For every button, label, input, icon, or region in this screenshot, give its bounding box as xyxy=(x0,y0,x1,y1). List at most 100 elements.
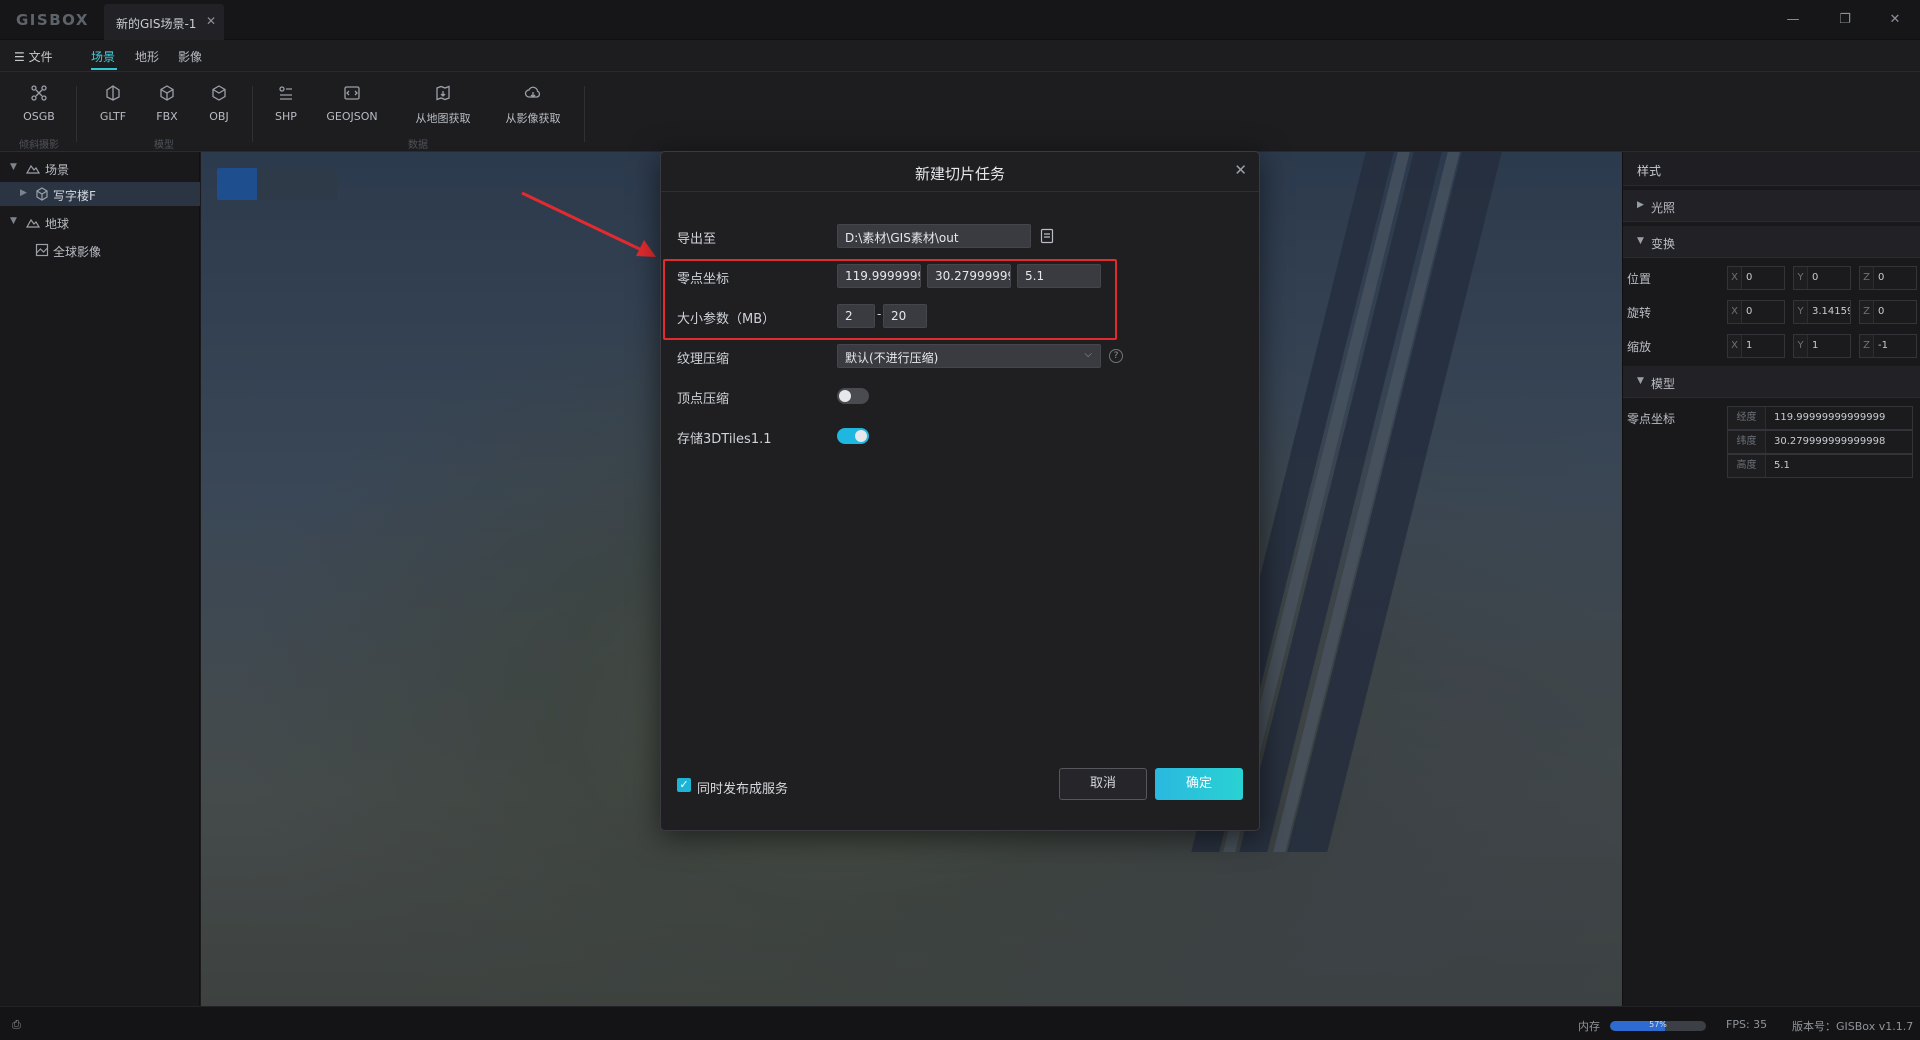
tab-style[interactable]: 样式 xyxy=(1637,162,1661,179)
toolbar-ribbon: OSGB 倾斜摄影 GLTF FBX OBJ 模型 SHP GEOJSON 从地… xyxy=(0,72,1920,152)
fbx-icon xyxy=(160,85,174,101)
publish-service-checkbox[interactable]: ✓ xyxy=(677,778,691,792)
origin-longitude-input[interactable]: 119.99999999 xyxy=(837,264,921,288)
latitude-value: 30.279999999999998 xyxy=(1774,436,1886,447)
rotation-label: 旋转 xyxy=(1627,306,1652,320)
gltf-label: GLTF xyxy=(99,110,127,123)
chevron-down-icon: ▼ xyxy=(1637,236,1644,246)
fps-readout: FPS: 35 xyxy=(1726,1018,1768,1031)
chevron-right-icon[interactable]: ▶ xyxy=(20,188,27,198)
section-light[interactable]: ▶ 光照 xyxy=(1623,190,1920,222)
confirm-button[interactable]: 确定 xyxy=(1155,768,1243,800)
help-icon[interactable]: ? xyxy=(1109,349,1123,363)
size-range-separator: - xyxy=(877,307,882,321)
position-y-field[interactable]: Y0 xyxy=(1793,266,1851,290)
close-tab-icon[interactable]: ✕ xyxy=(206,14,216,28)
axis-label: Y xyxy=(1794,335,1808,357)
longitude-value: 119.99999999999999 xyxy=(1774,412,1886,423)
origin-altitude-input[interactable]: 5.1 xyxy=(1017,264,1101,288)
memory-bar: 57% xyxy=(1610,1021,1706,1031)
size-max-input[interactable]: 20 xyxy=(883,304,927,328)
dialog-header: 新建切片任务 ✕ xyxy=(661,152,1259,192)
status-bar: ⎙ 内存 57% FPS: 35 版本号：GISBox v1.1.7 xyxy=(0,1006,1920,1040)
tree-node-globe[interactable]: ▼ 地球 xyxy=(0,210,200,234)
properties-panel: 样式 ▶ 光照 ▼ 变换 位置 X0 Y0 Z0 旋转 X0 Y 3.14159 … xyxy=(1622,152,1920,1006)
latitude-field[interactable]: 纬度 30.279999999999998 xyxy=(1727,430,1913,454)
origin-latitude-input[interactable]: 30.27999999 xyxy=(927,264,1011,288)
properties-tabbar: 样式 xyxy=(1623,152,1920,186)
fbx-button[interactable]: FBX xyxy=(152,84,182,130)
from-imagery-button[interactable]: 从影像获取 xyxy=(500,84,566,130)
document-tab[interactable]: 新的GIS场景-1 ✕ xyxy=(104,4,224,40)
cancel-button[interactable]: 取消 xyxy=(1059,768,1147,800)
chevron-down-icon: ⌵ xyxy=(1084,349,1092,360)
altitude-label: 高度 xyxy=(1728,455,1766,477)
osgb-label: OSGB xyxy=(23,110,55,123)
new-tiling-task-dialog: 新建切片任务 ✕ 导出至 D:\素材\GIS素材\out 零点坐标 119.99… xyxy=(660,151,1260,831)
file-menu-label: 文件 xyxy=(28,50,53,64)
tab-scene[interactable]: 场景 xyxy=(91,48,115,65)
rotation-x-field[interactable]: X0 xyxy=(1727,300,1785,324)
menu-bar: ☰ 文件 场景 地形 影像 xyxy=(0,40,1920,72)
section-transform[interactable]: ▼ 变换 xyxy=(1623,226,1920,258)
folder-browse-icon[interactable] xyxy=(1040,228,1054,244)
log-icon[interactable]: ⎙ xyxy=(12,1018,21,1032)
model-icon xyxy=(36,187,48,201)
field-value: 1 xyxy=(1746,340,1753,351)
field-value: -1 xyxy=(1878,340,1888,351)
obj-label: OBJ xyxy=(209,110,229,123)
osgb-button[interactable]: OSGB xyxy=(20,84,58,130)
section-model[interactable]: ▼ 模型 xyxy=(1623,366,1920,398)
field-value: 0 xyxy=(1812,272,1819,283)
scene-icon xyxy=(26,164,40,174)
tab-imagery[interactable]: 影像 xyxy=(178,48,202,65)
tree-node-global-imagery[interactable]: 全球影像 xyxy=(0,238,200,262)
position-x-field[interactable]: X0 xyxy=(1727,266,1785,290)
scale-y-field[interactable]: Y1 xyxy=(1793,334,1851,358)
restore-icon[interactable]: ❐ xyxy=(1830,8,1860,32)
gltf-button[interactable]: GLTF xyxy=(96,84,130,130)
close-icon[interactable]: ✕ xyxy=(1234,161,1247,179)
obj-button[interactable]: OBJ xyxy=(204,84,234,130)
rotation-z-field[interactable]: Z0 xyxy=(1859,300,1917,324)
from-map-button[interactable]: 从地图获取 xyxy=(410,84,476,130)
scale-x-field[interactable]: X1 xyxy=(1727,334,1785,358)
tree-node-scene[interactable]: ▼ 场景 xyxy=(0,156,200,180)
dialog-title: 新建切片任务 xyxy=(914,165,1005,183)
geojson-button[interactable]: GEOJSON xyxy=(324,84,380,130)
chevron-down-icon[interactable]: ▼ xyxy=(10,162,17,172)
export-label: 导出至 xyxy=(677,232,717,247)
axis-label: X xyxy=(1728,267,1742,289)
close-window-icon[interactable]: ✕ xyxy=(1880,8,1910,32)
imagery-icon xyxy=(35,243,49,257)
obj-icon xyxy=(212,85,226,101)
size-min-input[interactable]: 2 xyxy=(837,304,875,328)
store-3dtiles-toggle[interactable] xyxy=(837,428,869,444)
scale-z-field[interactable]: Z -1 xyxy=(1859,334,1917,358)
altitude-field[interactable]: 高度 5.1 xyxy=(1727,454,1913,478)
vertex-compression-toggle[interactable] xyxy=(837,388,869,404)
scene-icon xyxy=(26,218,40,228)
ribbon-separator xyxy=(76,86,77,142)
texture-compression-value: 默认(不进行压缩) xyxy=(845,351,939,365)
longitude-field[interactable]: 经度 119.99999999999999 xyxy=(1727,406,1913,430)
store-3dtiles-label: 存储3DTiles1.1 xyxy=(677,432,772,447)
ribbon-separator xyxy=(584,86,585,142)
from-map-label: 从地图获取 xyxy=(415,112,471,125)
field-value: 3.14159 xyxy=(1812,306,1850,317)
minimize-icon[interactable]: — xyxy=(1778,8,1808,32)
file-menu[interactable]: ☰ 文件 xyxy=(14,48,53,65)
position-z-field[interactable]: Z0 xyxy=(1859,266,1917,290)
tree-node-label: 地球 xyxy=(45,217,70,231)
shp-button[interactable]: SHP xyxy=(270,84,302,130)
texture-compression-select[interactable]: 默认(不进行压缩) ⌵ xyxy=(837,344,1101,368)
app-logo: GISBOX xyxy=(16,11,89,29)
chevron-down-icon[interactable]: ▼ xyxy=(10,216,17,226)
axis-label: Z xyxy=(1860,335,1874,357)
memory-percent: 57% xyxy=(1649,1021,1667,1029)
export-path-input[interactable]: D:\素材\GIS素材\out xyxy=(837,224,1031,248)
rotation-y-field[interactable]: Y 3.14159 xyxy=(1793,300,1851,324)
cloud-download-icon xyxy=(524,86,541,98)
tab-terrain[interactable]: 地形 xyxy=(135,48,159,65)
tree-node-office-building[interactable]: ▶ 写字楼F xyxy=(0,182,200,206)
